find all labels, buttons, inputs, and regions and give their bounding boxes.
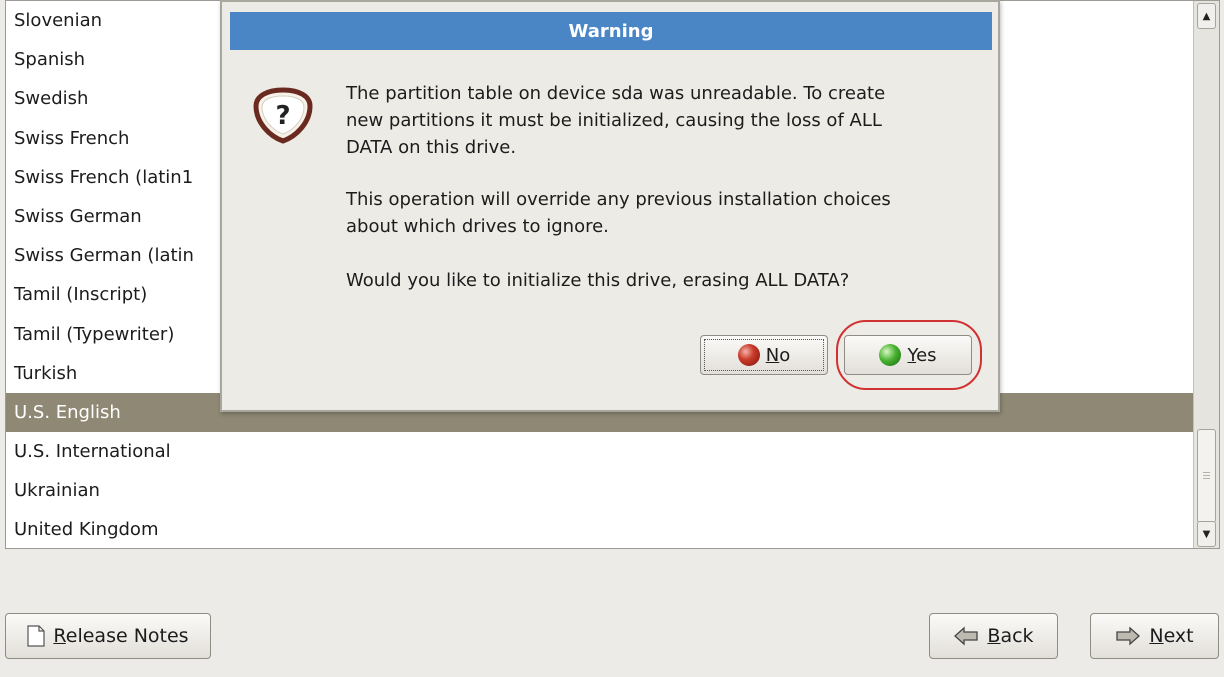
message-line: The partition table on device sda was un… [346, 83, 886, 104]
release-notes-button[interactable]: Release Notes [5, 613, 211, 659]
svg-text:?: ? [275, 101, 290, 131]
yes-button-label: Yes [907, 344, 937, 366]
message-line: This operation will override any previou… [346, 189, 891, 210]
next-label: Next [1149, 625, 1194, 647]
document-icon [27, 625, 46, 647]
back-label: Back [987, 625, 1034, 647]
scroll-down-arrow-icon[interactable]: ▼ [1197, 521, 1216, 547]
dialog-message-1: The partition table on device sda was un… [346, 80, 996, 161]
yes-button[interactable]: Yes [844, 335, 972, 375]
list-item[interactable]: U.S. International [6, 432, 1194, 471]
release-notes-label: Release Notes [53, 625, 189, 647]
message-line: about which drives to ignore. [346, 216, 609, 237]
next-button[interactable]: Next [1090, 613, 1219, 659]
scroll-up-arrow-icon[interactable]: ▲ [1197, 3, 1216, 29]
list-item[interactable]: United Kingdom [6, 510, 1194, 548]
scrollbar-thumb[interactable] [1197, 429, 1216, 523]
no-button-label: No [765, 344, 791, 366]
question-icon: ? [253, 87, 313, 144]
message-line: new partitions it must be initialized, c… [346, 110, 882, 131]
dialog-message-2: This operation will override any previou… [346, 186, 996, 240]
dialog-message-3: Would you like to initialize this drive,… [346, 270, 850, 291]
list-item[interactable]: Ukrainian [6, 471, 1194, 510]
green-ball-icon [879, 344, 902, 366]
back-arrow-icon [954, 626, 979, 646]
warning-dialog: Warning ? The partition table on device … [220, 0, 1000, 412]
dialog-title: Warning [230, 12, 992, 50]
message-line: DATA on this drive. [346, 137, 517, 158]
vertical-scrollbar[interactable]: ▲ ▼ [1193, 1, 1219, 548]
next-arrow-icon [1116, 626, 1141, 646]
back-button[interactable]: Back [929, 613, 1058, 659]
no-button[interactable]: No [700, 335, 828, 375]
red-ball-icon [737, 344, 760, 366]
